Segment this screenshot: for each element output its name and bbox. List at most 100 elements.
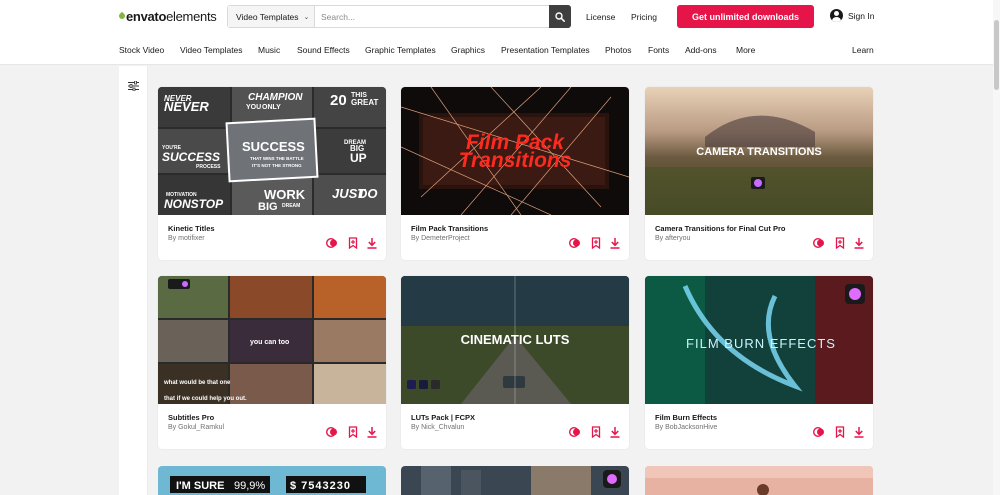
thumb-word: SUCCESS (242, 139, 305, 154)
nav-sound-effects[interactable]: Sound Effects (297, 45, 350, 55)
search-category-select[interactable]: Video Templates ⌄ (228, 6, 315, 27)
item-thumbnail[interactable]: FILM BURN EFFECTS (645, 276, 873, 404)
thumb-word: GREAT (351, 98, 379, 107)
thumb-word: CINEMATIC LUTS (461, 332, 570, 347)
item-card[interactable]: FILM BURN EFFECTS Film Burn Effects By B… (645, 276, 873, 449)
add-to-project-icon[interactable] (569, 426, 581, 438)
add-to-project-icon[interactable] (813, 426, 825, 438)
item-card[interactable]: NEVER NEVER CHAMPION ONLY YOU 20 THIS GR… (158, 87, 386, 260)
item-thumbnail: I'M SURE 99,9% $ 7543230 (158, 466, 386, 495)
nav-music[interactable]: Music (258, 45, 280, 55)
thumb-word: WORK (264, 187, 306, 202)
download-icon[interactable] (853, 237, 865, 249)
nav-more[interactable]: More (736, 45, 755, 55)
user-icon (830, 9, 843, 22)
thumb-word: $ 7543230 (290, 480, 351, 492)
thumb-word: you can too (250, 339, 289, 346)
add-to-project-icon[interactable] (569, 237, 581, 249)
add-to-project-icon[interactable] (326, 426, 338, 438)
nav-fonts[interactable]: Fonts (648, 45, 669, 55)
top-header: envato elements Video Templates ⌄ Licens… (0, 0, 1000, 34)
item-card-partial[interactable] (645, 466, 873, 495)
item-title[interactable]: LUTs Pack | FCPX (411, 413, 475, 422)
download-icon[interactable] (609, 426, 621, 438)
download-icon[interactable] (366, 237, 378, 249)
item-author[interactable]: By Nick_Chvalun (411, 424, 464, 431)
film-burn-preview: FILM BURN EFFECTS (645, 276, 873, 404)
item-thumbnail (645, 466, 873, 495)
chevron-down-icon: ⌄ (303, 13, 310, 21)
license-link[interactable]: License (586, 12, 615, 22)
thumb-word: DREAM (282, 203, 300, 209)
bookmark-icon[interactable] (834, 237, 846, 249)
thumb-word: that if we could help you out. (164, 396, 247, 402)
page-scrollbar[interactable] (993, 0, 1000, 495)
nav-add-ons[interactable]: Add-ons (685, 45, 717, 55)
nav-presentation-templates[interactable]: Presentation Templates (501, 45, 590, 55)
search-input[interactable] (315, 6, 549, 27)
logo-word-envato: envato (126, 9, 167, 24)
bookmark-icon[interactable] (347, 237, 359, 249)
item-title[interactable]: Subtitles Pro (168, 413, 214, 422)
thumb-word: 20 (330, 92, 347, 109)
sign-in-button[interactable]: Sign In (830, 9, 874, 22)
get-unlimited-downloads-button[interactable]: Get unlimited downloads (677, 5, 814, 28)
nav-graphic-templates[interactable]: Graphic Templates (365, 45, 436, 55)
thumb-word: NEVER (164, 99, 209, 114)
thumb-word: Transitions (459, 149, 572, 172)
add-to-project-icon[interactable] (326, 237, 338, 249)
search-icon (555, 11, 565, 22)
filter-icon[interactable] (128, 81, 139, 91)
subtitles-pro-preview: you can too what would be that one that … (158, 276, 386, 404)
thumb-word: CAMERA TRANSITIONS (696, 146, 821, 158)
category-nav: Stock Video Video Templates Music Sound … (0, 34, 1000, 65)
item-author[interactable]: By Gokul_Ramkul (168, 424, 224, 431)
item-title[interactable]: Kinetic Titles (168, 224, 215, 233)
sign-in-label: Sign In (848, 10, 875, 21)
bookmark-icon[interactable] (590, 426, 602, 438)
item-card[interactable]: CAMERA TRANSITIONS Camera Transitions fo… (645, 87, 873, 260)
item-thumbnail[interactable]: CINEMATIC LUTS (401, 276, 629, 404)
nav-stock-video[interactable]: Stock Video (119, 45, 164, 55)
item-card[interactable]: CINEMATIC LUTS LUTs Pack | FCPX By Nick_… (401, 276, 629, 449)
item-thumbnail[interactable]: you can too what would be that one that … (158, 276, 386, 404)
download-icon[interactable] (366, 426, 378, 438)
nav-graphics[interactable]: Graphics (451, 45, 485, 55)
pricing-link[interactable]: Pricing (631, 12, 657, 22)
nav-learn[interactable]: Learn (852, 45, 874, 55)
item-card[interactable]: Film Pack Transitions Film Pack Transiti… (401, 87, 629, 260)
bookmark-icon[interactable] (834, 426, 846, 438)
camera-transitions-preview: CAMERA TRANSITIONS (645, 87, 873, 215)
thumb-word: I'M SURE (176, 480, 224, 492)
item-author[interactable]: By motifixer (168, 235, 205, 242)
item-title[interactable]: Film Burn Effects (655, 413, 717, 422)
item-card[interactable]: you can too what would be that one that … (158, 276, 386, 449)
download-icon[interactable] (609, 237, 621, 249)
item-title[interactable]: Film Pack Transitions (411, 224, 488, 233)
leaf-icon (117, 11, 127, 20)
item-thumbnail[interactable]: Film Pack Transitions (401, 87, 629, 215)
bookmark-icon[interactable] (590, 237, 602, 249)
item-author[interactable]: By afteryou (655, 235, 690, 242)
add-to-project-icon[interactable] (813, 237, 825, 249)
envato-elements-logo[interactable]: envato elements (117, 9, 217, 24)
download-icon[interactable] (853, 426, 865, 438)
scrollbar-thumb[interactable] (994, 20, 999, 90)
bookmark-icon[interactable] (347, 426, 359, 438)
search-button[interactable] (549, 5, 571, 28)
nav-more-label: More (736, 45, 756, 55)
item-author[interactable]: By DemeterProject (411, 235, 470, 242)
nav-video-templates[interactable]: Video Templates (180, 45, 243, 55)
item-card-partial[interactable]: I'M SURE 99,9% $ 7543230 (158, 466, 386, 495)
thumb-word: BIG (258, 201, 278, 213)
item-card-partial[interactable] (401, 466, 629, 495)
nav-photos[interactable]: Photos (605, 45, 631, 55)
item-thumbnail[interactable]: CAMERA TRANSITIONS (645, 87, 873, 215)
item-author[interactable]: By BobJacksonHive (655, 424, 717, 431)
thumb-word: NONSTOP (164, 197, 224, 211)
thumb-word: DO (358, 186, 378, 201)
item-thumbnail[interactable]: NEVER NEVER CHAMPION ONLY YOU 20 THIS GR… (158, 87, 386, 215)
item-title[interactable]: Camera Transitions for Final Cut Pro (655, 224, 785, 233)
thumb-word: CHAMPION (248, 92, 303, 103)
luts-pack-preview: CINEMATIC LUTS (401, 276, 629, 404)
